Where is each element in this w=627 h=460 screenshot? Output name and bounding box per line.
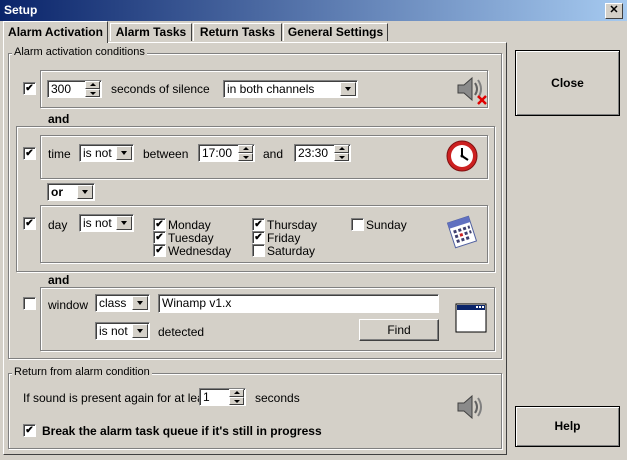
- or-select[interactable]: or: [47, 183, 95, 201]
- window-match-select[interactable]: class: [95, 294, 150, 312]
- time-to-spinner[interactable]: 23:30: [294, 144, 351, 162]
- day-monday-label: Monday: [168, 218, 211, 232]
- day-mode-selected: is not: [83, 216, 112, 230]
- help-button[interactable]: Help: [515, 406, 620, 447]
- window-mode-select[interactable]: is not: [95, 322, 150, 340]
- and-label-2: and: [48, 273, 70, 287]
- tab-return-tasks[interactable]: Return Tasks: [193, 23, 282, 41]
- day-sunday-label: Sunday: [366, 218, 407, 232]
- spin-up-icon[interactable]: [334, 145, 349, 153]
- speaker-muted-icon: [457, 76, 487, 105]
- return-seconds-label: seconds: [255, 391, 300, 405]
- speaker-icon: [457, 394, 482, 420]
- alarm-activation-group-label: Alarm activation conditions: [12, 46, 147, 58]
- spin-down-icon[interactable]: [85, 89, 100, 97]
- window-mode-selected: is not: [99, 324, 128, 338]
- day-wednesday-label: Wednesday: [168, 244, 232, 258]
- window-title: Setup: [4, 3, 38, 17]
- day-tuesday-checkbox[interactable]: ✔: [153, 231, 166, 244]
- title-bar[interactable]: Setup ✕: [0, 0, 627, 21]
- time-from-spinner[interactable]: 17:00: [198, 144, 255, 162]
- tab-alarm-activation[interactable]: Alarm Activation: [3, 21, 108, 43]
- silence-seconds-value: 300: [51, 82, 72, 96]
- time-mode-selected: is not: [83, 146, 112, 160]
- spin-up-icon[interactable]: [85, 81, 100, 89]
- silence-seconds-label: seconds of silence: [111, 82, 210, 96]
- day-thursday-checkbox[interactable]: ✔: [252, 218, 265, 231]
- calendar-icon: [446, 215, 478, 249]
- or-selected: or: [51, 185, 63, 199]
- window-checkbox[interactable]: [23, 297, 36, 310]
- day-thursday-label: Thursday: [267, 218, 318, 232]
- break-queue-checkbox[interactable]: ✔: [23, 424, 36, 437]
- silence-seconds-spinner[interactable]: 300: [47, 80, 102, 98]
- day-friday-checkbox[interactable]: ✔: [252, 231, 265, 244]
- time-and-label: and: [263, 147, 284, 161]
- and-label-1: and: [48, 112, 70, 126]
- window-class-input[interactable]: Winamp v1.x: [158, 294, 439, 313]
- day-wednesday-checkbox[interactable]: ✔: [153, 244, 166, 257]
- chevron-down-icon[interactable]: [116, 146, 132, 160]
- day-sunday-checkbox[interactable]: [351, 218, 364, 231]
- spin-down-icon[interactable]: [238, 153, 253, 161]
- window-icon: [455, 303, 487, 333]
- day-monday-checkbox[interactable]: ✔: [153, 218, 166, 231]
- spin-up-icon[interactable]: [238, 145, 253, 153]
- between-label: between: [143, 147, 189, 161]
- day-friday-label: Friday: [267, 231, 301, 245]
- chevron-down-icon[interactable]: [340, 82, 356, 96]
- spin-down-icon[interactable]: [229, 397, 244, 405]
- clock-icon: [446, 140, 478, 172]
- time-checkbox[interactable]: ✔: [23, 147, 36, 160]
- find-button[interactable]: Find: [359, 319, 439, 341]
- channel-select[interactable]: in both channels: [223, 80, 358, 98]
- spin-down-icon[interactable]: [334, 153, 349, 161]
- silence-checkbox[interactable]: ✔: [23, 82, 36, 95]
- day-saturday-label: Saturday: [267, 244, 316, 258]
- day-tuesday-label: Tuesday: [168, 231, 214, 245]
- tab-alarm-tasks[interactable]: Alarm Tasks: [110, 23, 192, 41]
- return-sound-label: If sound is present again for at least: [23, 391, 214, 405]
- time-to-value: 23:30: [298, 146, 329, 160]
- chevron-down-icon[interactable]: [77, 185, 93, 199]
- window-class-value: Winamp v1.x: [162, 296, 232, 310]
- window-label: window: [48, 298, 89, 312]
- day-mode-select[interactable]: is not: [79, 214, 134, 232]
- chevron-down-icon[interactable]: [116, 216, 132, 230]
- spin-up-icon[interactable]: [229, 389, 244, 397]
- chevron-down-icon[interactable]: [132, 324, 148, 338]
- return-seconds-value: 1: [203, 390, 210, 404]
- time-from-value: 17:00: [202, 146, 233, 160]
- close-button[interactable]: Close: [515, 50, 620, 116]
- day-checkbox[interactable]: ✔: [23, 217, 36, 230]
- detected-label: detected: [158, 325, 205, 339]
- time-mode-select[interactable]: is not: [79, 144, 134, 162]
- window-close-button[interactable]: ✕: [605, 3, 623, 19]
- return-group-label: Return from alarm condition: [12, 366, 152, 378]
- channel-selected: in both channels: [227, 82, 315, 96]
- break-queue-label: Break the alarm task queue if it's still…: [42, 424, 322, 438]
- tab-general-settings[interactable]: General Settings: [283, 23, 388, 41]
- window-match-selected: class: [99, 296, 127, 310]
- return-seconds-spinner[interactable]: 1: [199, 388, 246, 406]
- day-saturday-checkbox[interactable]: [252, 244, 265, 257]
- time-label: time: [48, 147, 71, 161]
- chevron-down-icon[interactable]: [132, 296, 148, 310]
- day-label: day: [48, 218, 68, 232]
